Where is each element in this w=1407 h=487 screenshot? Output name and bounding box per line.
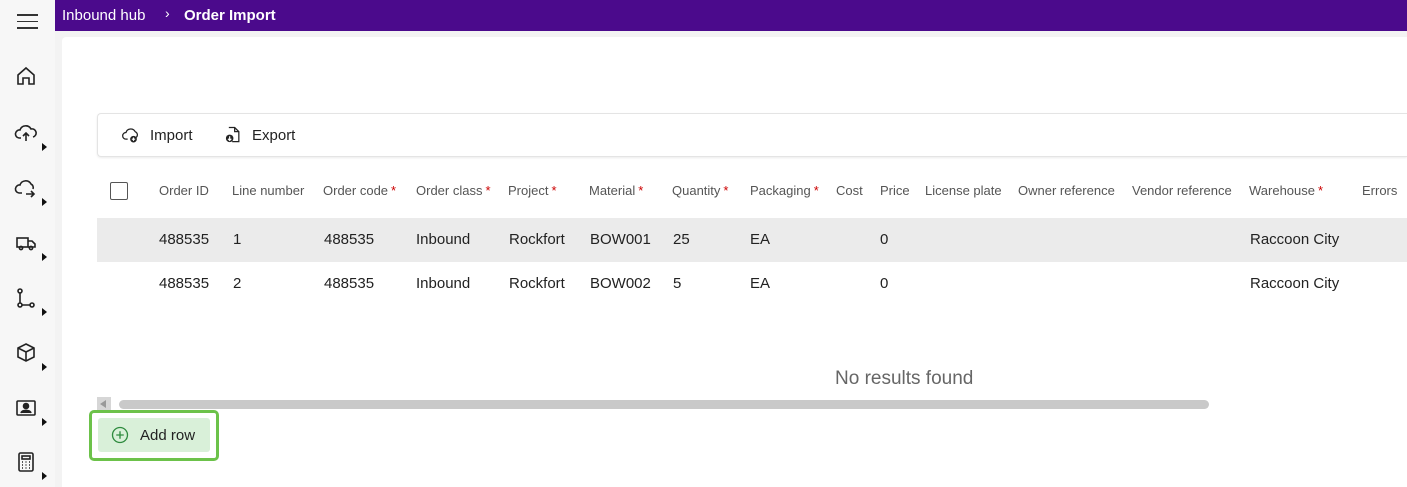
- cell-price: 0: [880, 231, 889, 248]
- scroll-left-button[interactable]: [97, 397, 111, 411]
- expand-arrow-icon: [42, 253, 47, 261]
- cell-quantity: 5: [673, 275, 682, 292]
- cell-line-number: 2: [233, 275, 242, 292]
- horizontal-scrollbar[interactable]: [119, 400, 1209, 409]
- cell-packaging: EA: [750, 231, 771, 248]
- table-row[interactable]: 488535 2 488535 Inbound Rockfort BOW002 …: [97, 262, 1407, 306]
- expand-arrow-icon: [42, 308, 47, 316]
- side-nav: [0, 0, 55, 487]
- cloud-import-icon: [122, 128, 138, 143]
- plus-circle-icon: [111, 426, 129, 444]
- nav-inbound[interactable]: [14, 121, 47, 151]
- import-label: Import: [150, 126, 193, 144]
- cell-packaging: EA: [750, 275, 771, 292]
- cell-material: BOW002: [590, 275, 651, 292]
- nav-outbound[interactable]: [14, 176, 47, 206]
- home-icon: [17, 66, 35, 85]
- cell-order-code: 488535: [324, 231, 375, 248]
- toolbar: Import Export: [97, 113, 1407, 157]
- empty-message: No results found: [835, 368, 974, 389]
- cell-project: Rockfort: [509, 275, 565, 292]
- contact-card-icon: [16, 400, 36, 416]
- cell-warehouse: Raccoon City: [1250, 275, 1340, 292]
- cell-quantity: 25: [673, 231, 690, 248]
- import-button[interactable]: Import: [121, 124, 193, 146]
- menu-icon[interactable]: [17, 14, 38, 30]
- cell-order-code: 488535: [324, 275, 375, 292]
- col-warehouse[interactable]: Warehouse *: [1249, 183, 1323, 198]
- col-vendor-reference[interactable]: Vendor reference: [1132, 183, 1232, 198]
- required-marker: *: [813, 183, 819, 198]
- required-marker: *: [391, 183, 397, 198]
- col-order-class[interactable]: Order class *: [416, 183, 491, 198]
- col-owner-reference[interactable]: Owner reference: [1018, 183, 1115, 198]
- required-marker: *: [551, 183, 557, 198]
- nav-transport[interactable]: [14, 231, 47, 261]
- truck-icon: [16, 237, 36, 251]
- nav-contacts[interactable]: [14, 396, 47, 426]
- required-marker: *: [1318, 183, 1324, 198]
- cloud-transfer-icon: [14, 180, 36, 198]
- cell-order-class: Inbound: [416, 231, 471, 248]
- cell-price: 0: [880, 275, 889, 292]
- expand-arrow-icon: [42, 143, 47, 151]
- col-errors[interactable]: Errors: [1362, 183, 1397, 198]
- add-row-highlight: Add row: [89, 410, 219, 461]
- col-order-id[interactable]: Order ID: [159, 183, 209, 198]
- add-row-label: Add row: [140, 426, 196, 444]
- cell-material: BOW001: [590, 231, 651, 248]
- cell-order-id: 488535: [159, 275, 210, 292]
- col-license-plate[interactable]: License plate: [925, 183, 1002, 198]
- expand-arrow-icon: [42, 418, 47, 426]
- table-row[interactable]: 488535 1 488535 Inbound Rockfort BOW001 …: [97, 218, 1407, 262]
- cell-order-class: Inbound: [416, 275, 471, 292]
- page-title: Order Import: [184, 7, 276, 24]
- required-marker: *: [638, 183, 644, 198]
- col-price[interactable]: Price: [880, 183, 910, 198]
- col-quantity[interactable]: Quantity *: [672, 183, 728, 198]
- expand-arrow-icon: [42, 363, 47, 371]
- nav-workflow[interactable]: [14, 286, 47, 316]
- breadcrumb-chevron-icon: ›: [165, 5, 170, 21]
- col-line-number[interactable]: Line number: [232, 183, 304, 198]
- expand-arrow-icon: [42, 472, 47, 480]
- col-order-code[interactable]: Order code *: [323, 183, 396, 198]
- col-cost[interactable]: Cost: [836, 183, 863, 198]
- calculator-icon: [18, 452, 34, 472]
- breadcrumb-root[interactable]: Inbound hub: [62, 7, 145, 24]
- top-bar: Inbound hub › Order Import: [55, 0, 1407, 31]
- nav-home[interactable]: [14, 64, 44, 94]
- nav-billing[interactable]: [14, 450, 47, 480]
- nav-inventory[interactable]: [14, 341, 47, 371]
- cloud-upload-icon: [14, 125, 37, 141]
- required-marker: *: [485, 183, 491, 198]
- col-material[interactable]: Material *: [589, 183, 643, 198]
- workflow-icon: [17, 288, 35, 308]
- col-packaging[interactable]: Packaging *: [750, 183, 819, 198]
- export-button[interactable]: Export: [223, 124, 295, 146]
- cell-order-id: 488535: [159, 231, 210, 248]
- required-marker: *: [723, 183, 729, 198]
- cell-project: Rockfort: [509, 231, 565, 248]
- package-icon: [17, 343, 35, 362]
- col-project[interactable]: Project *: [508, 183, 557, 198]
- cell-warehouse: Raccoon City: [1250, 231, 1340, 248]
- add-row-button[interactable]: Add row: [98, 418, 210, 452]
- expand-arrow-icon: [42, 198, 47, 206]
- cell-line-number: 1: [233, 231, 242, 248]
- export-label: Export: [252, 126, 296, 144]
- file-export-icon: [225, 126, 240, 143]
- select-all-checkbox[interactable]: [110, 182, 128, 200]
